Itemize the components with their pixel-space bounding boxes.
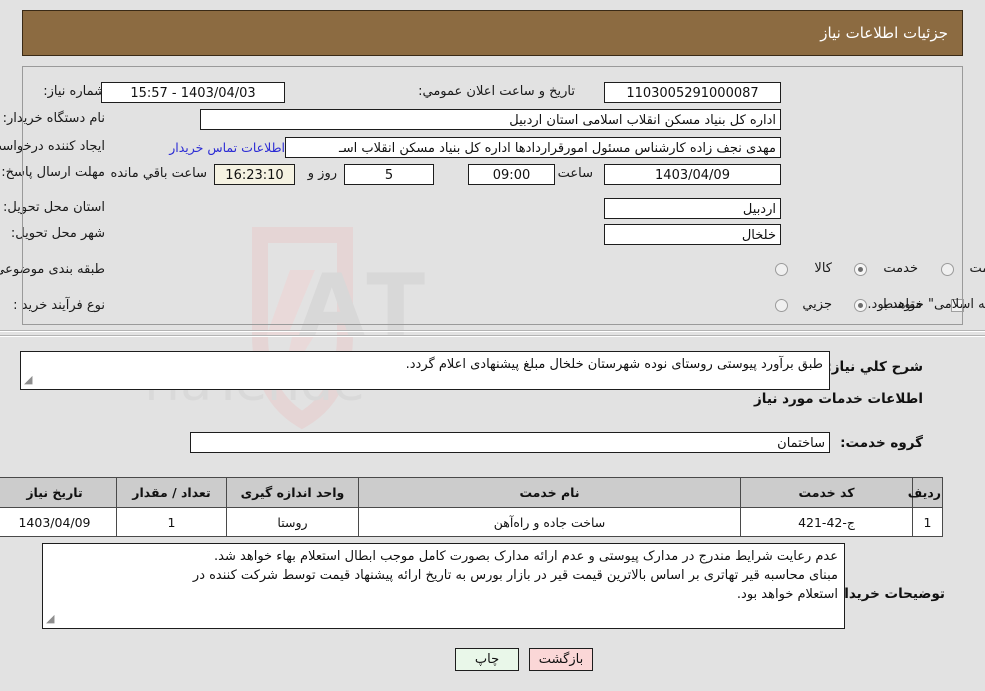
general-description-value[interactable]: طبق برآورد پیوستی روستای نوده شهرستان خل… (20, 351, 830, 390)
page-header-bar: جزئیات اطلاعات نیاز (22, 10, 963, 56)
cell-code: ج-42-421 (740, 507, 913, 537)
column-header-code: کد خدمت (740, 477, 913, 508)
buyer-notes-label: توضیحات خریدار: (831, 586, 945, 602)
services-section-heading: اطلاعات خدمات مورد نیاز (753, 391, 923, 407)
buyer-notes-line-3: استعلام خواهد بود. (736, 587, 838, 602)
resize-grip-icon[interactable]: ◣ (24, 370, 32, 389)
page-root: A T riaTende جزئیات اطلاعات نیاز شماره ن… (0, 0, 985, 691)
buyer-notes-line-1: عدم رعایت شرایط مندرج در مدارک پیوستی و … (214, 549, 838, 564)
back-button[interactable]: بازگشت (529, 648, 593, 671)
column-header-index: ردیف (908, 477, 943, 508)
general-description-label: شرح کلي نیاز: (826, 359, 923, 375)
radio-category-kala-khedmat-label: کالا/خدمت (969, 261, 985, 276)
buyer-notes-line-2: مبنای محاسبه قیر تهاتری بر اساس بالاترین… (192, 568, 838, 583)
resize-grip-icon[interactable]: ◣ (46, 609, 54, 628)
table-row: 1 ج-42-421 ساخت جاده و راه‌آهن روستا 1 1… (0, 507, 943, 537)
services-table: ردیف کد خدمت نام خدمت واحد اندازه گیری ت… (0, 477, 943, 537)
cell-index: 1 (912, 507, 943, 537)
cell-name: ساخت جاده و راه‌آهن (358, 507, 741, 537)
divider-line-1b (0, 331, 985, 332)
column-header-name: نام خدمت (358, 477, 741, 508)
service-group-label: گروه خدمت: (840, 435, 923, 451)
divider-line-2b (0, 336, 985, 337)
cell-unit: روستا (226, 507, 359, 537)
column-header-date: تاریخ نیاز (0, 477, 117, 508)
column-header-qty: تعداد / مقدار (116, 477, 227, 508)
service-group-value: ساختمان (190, 432, 830, 453)
page-title: جزئیات اطلاعات نیاز (820, 24, 948, 42)
print-button[interactable]: چاپ (455, 648, 519, 671)
need-info-panel (22, 66, 963, 325)
general-description-text: طبق برآورد پیوستی روستای نوده شهرستان خل… (405, 357, 823, 372)
buyer-notes-value[interactable]: عدم رعایت شرایط مندرج در مدارک پیوستی و … (42, 543, 845, 629)
services-table-wrapper: ردیف کد خدمت نام خدمت واحد اندازه گیری ت… (0, 477, 943, 537)
cell-qty: 1 (116, 507, 227, 537)
table-header-row: ردیف کد خدمت نام خدمت واحد اندازه گیری ت… (0, 477, 943, 508)
cell-need-date: 1403/04/09 (0, 507, 117, 537)
column-header-unit: واحد اندازه گیری (226, 477, 359, 508)
